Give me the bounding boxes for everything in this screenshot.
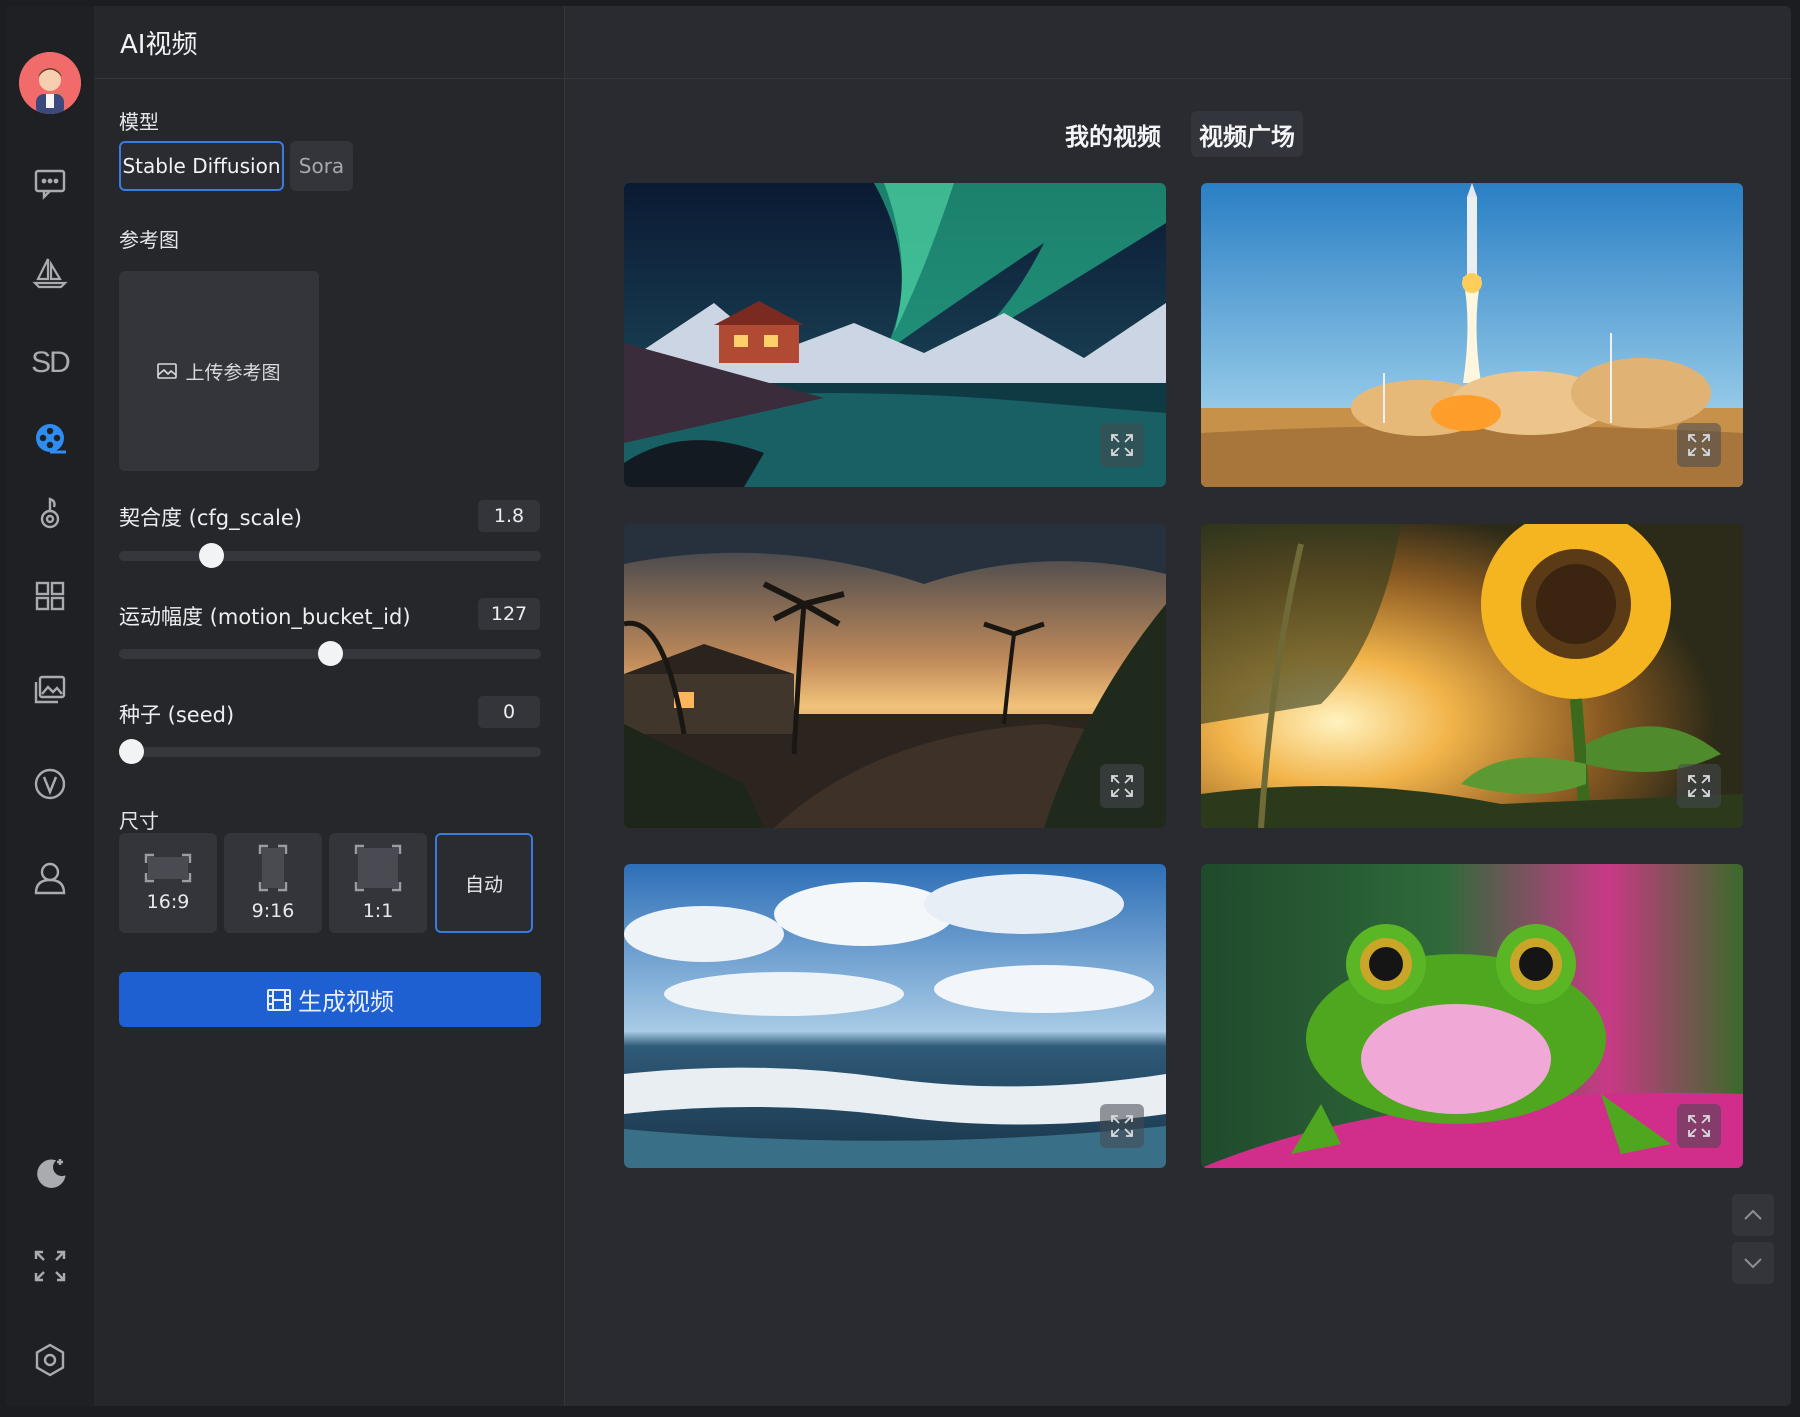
sd-icon[interactable]: SD xyxy=(26,339,74,387)
settings-hex-icon[interactable] xyxy=(26,1336,74,1384)
seed-slider[interactable] xyxy=(119,739,541,764)
size-1-1-button[interactable]: 1:1 xyxy=(329,833,427,933)
video-card-tropical[interactable] xyxy=(624,524,1166,828)
size-label: 尺寸 xyxy=(119,809,159,833)
size-auto-button[interactable]: 自动 xyxy=(435,833,533,933)
cfg-scale-thumb[interactable] xyxy=(198,543,224,568)
chevron-down-icon xyxy=(1744,1258,1762,1269)
tab-video-square[interactable]: 视频广场 xyxy=(1191,111,1303,157)
expand-icon[interactable] xyxy=(1100,423,1144,467)
cfg-scale-label: 契合度 (cfg_scale) xyxy=(119,506,302,530)
rocket-thumbnail xyxy=(1201,183,1743,487)
chevron-up-icon xyxy=(1744,1209,1762,1220)
sunflower-thumbnail xyxy=(1201,524,1743,828)
tab-my-videos[interactable]: 我的视频 xyxy=(1057,111,1169,157)
video-card-rocket[interactable] xyxy=(1201,183,1743,487)
expand-icon[interactable] xyxy=(1677,423,1721,467)
model-stable-diffusion-button[interactable]: Stable Diffusion xyxy=(119,141,284,191)
fullscreen-icon[interactable] xyxy=(26,1242,74,1290)
avatar-illustration xyxy=(19,52,81,114)
film-icon xyxy=(267,988,291,1011)
sailboat-icon[interactable] xyxy=(26,249,74,297)
settings-panel: AI视频 模型 Stable Diffusion Sora 参考图 上传参考图 … xyxy=(94,6,565,1406)
aspect-16-9-icon xyxy=(144,853,192,883)
upload-reference-label: 上传参考图 xyxy=(185,361,281,384)
size-16-9-button[interactable]: 16:9 xyxy=(119,833,217,933)
moon-icon[interactable] xyxy=(26,1149,74,1197)
music-note-icon[interactable] xyxy=(26,489,74,537)
aspect-1-1-icon xyxy=(354,844,402,892)
video-card-frog[interactable] xyxy=(1201,864,1743,1168)
image-gallery-icon[interactable] xyxy=(26,666,74,714)
avatar[interactable] xyxy=(19,52,81,114)
size-9-16-label: 9:16 xyxy=(251,900,295,922)
main-content: 我的视频 视频广场 xyxy=(565,6,1791,1406)
upload-reference-button[interactable]: 上传参考图 xyxy=(119,271,319,471)
generate-video-label: 生成视频 xyxy=(298,988,394,1016)
reference-image-label: 参考图 xyxy=(119,228,179,252)
app-window: SD AI视频 模型 Stable Diffusion Sora 参考图 上传参… xyxy=(6,6,1791,1406)
video-card-aurora[interactable] xyxy=(624,183,1166,487)
seed-value[interactable]: 0 xyxy=(478,696,540,728)
model-label: 模型 xyxy=(119,110,159,134)
expand-icon[interactable] xyxy=(1677,764,1721,808)
motion-bucket-label: 运动幅度 (motion_bucket_id) xyxy=(119,605,411,629)
video-card-sunflower[interactable] xyxy=(1201,524,1743,828)
generate-video-button[interactable]: 生成视频 xyxy=(119,972,541,1027)
main-topbar xyxy=(565,6,1791,79)
size-16-9-label: 16:9 xyxy=(146,891,190,913)
motion-bucket-value[interactable]: 127 xyxy=(478,598,540,630)
size-1-1-label: 1:1 xyxy=(362,900,394,922)
cfg-scale-value[interactable]: 1.8 xyxy=(478,500,540,532)
v-badge-icon[interactable] xyxy=(26,760,74,808)
expand-icon[interactable] xyxy=(1100,1104,1144,1148)
seed-label: 种子 (seed) xyxy=(119,703,235,727)
scroll-up-button[interactable] xyxy=(1732,1194,1774,1236)
size-auto-label: 自动 xyxy=(464,873,503,896)
expand-icon[interactable] xyxy=(1677,1104,1721,1148)
scroll-down-button[interactable] xyxy=(1732,1242,1774,1284)
size-9-16-button[interactable]: 9:16 xyxy=(224,833,322,933)
model-sora-button[interactable]: Sora xyxy=(290,141,353,191)
tropical-thumbnail xyxy=(624,524,1166,828)
panel-title: AI视频 xyxy=(94,6,564,79)
nav-rail: SD xyxy=(6,6,94,1406)
image-icon xyxy=(157,363,178,379)
expand-icon[interactable] xyxy=(1100,764,1144,808)
motion-bucket-thumb[interactable] xyxy=(318,641,343,666)
chat-icon[interactable] xyxy=(26,159,74,207)
aspect-9-16-icon xyxy=(258,844,288,892)
sd-icon-text: SD xyxy=(31,346,71,379)
user-icon[interactable] xyxy=(26,854,74,902)
ocean-thumbnail xyxy=(624,864,1166,1168)
aurora-thumbnail xyxy=(624,183,1166,487)
frog-thumbnail xyxy=(1201,864,1743,1168)
apps-grid-icon[interactable] xyxy=(26,572,74,620)
video-card-ocean[interactable] xyxy=(624,864,1166,1168)
motion-bucket-slider[interactable] xyxy=(119,641,541,666)
video-reel-icon[interactable] xyxy=(26,414,74,462)
cfg-scale-slider[interactable] xyxy=(119,543,541,568)
seed-thumb[interactable] xyxy=(119,739,144,764)
